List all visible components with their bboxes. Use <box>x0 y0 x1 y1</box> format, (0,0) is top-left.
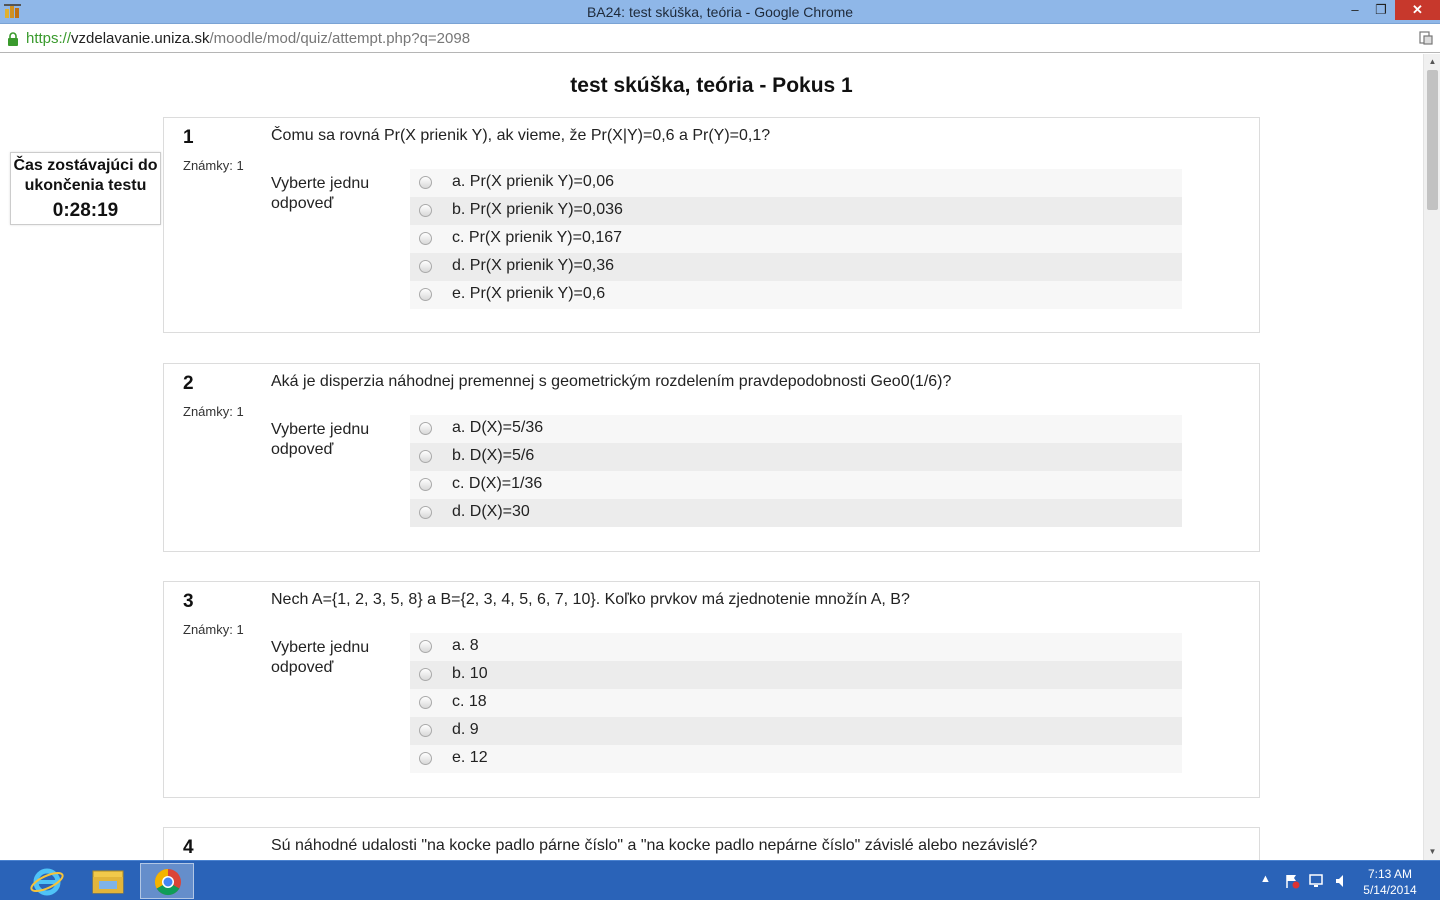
answer-label: a. D(X)=5/36 <box>452 419 544 436</box>
internet-explorer-icon[interactable] <box>20 863 74 899</box>
scroll-down-icon[interactable]: ▼ <box>1424 844 1440 860</box>
answer-label: c. D(X)=1/36 <box>452 475 543 492</box>
url-host: vzdelavanie.uniza.sk <box>71 30 210 47</box>
question-text: Čomu sa rovná Pr(X prienik Y), ak vieme,… <box>271 127 771 144</box>
answer-option[interactable]: b. Pr(X prienik Y)=0,036 <box>410 197 1182 225</box>
page-action-icon[interactable] <box>1418 30 1434 46</box>
radio-button[interactable] <box>419 288 432 301</box>
file-explorer-icon[interactable] <box>81 863 135 899</box>
question-card-3: 3 Známky: 1 Nech A={1, 2, 3, 5, 8} a B={… <box>163 581 1260 798</box>
question-card-2: 2 Známky: 1 Aká je disperzia náhodnej pr… <box>163 363 1260 552</box>
answer-prompt: Vyberte jednu odpoveď <box>271 421 370 458</box>
radio-button[interactable] <box>419 752 432 765</box>
answer-option[interactable]: a. D(X)=5/36 <box>410 415 1182 443</box>
answer-option[interactable]: d. D(X)=30 <box>410 499 1182 527</box>
question-marks: Známky: 1 <box>183 158 244 173</box>
question-text: Nech A={1, 2, 3, 5, 8} a B={2, 3, 4, 5, … <box>271 591 910 608</box>
address-bar[interactable]: https://vzdelavanie.uniza.sk/moodle/mod/… <box>0 24 1440 53</box>
question-number: 4 <box>183 837 194 858</box>
action-center-flag-icon[interactable] <box>1284 873 1300 889</box>
answer-option[interactable]: c. Pr(X prienik Y)=0,167 <box>410 225 1182 253</box>
question-number: 1 <box>183 127 194 148</box>
chrome-taskbar-button[interactable] <box>140 863 194 899</box>
quiz-timer: Čas zostávajúci do ukončenia testu 0:28:… <box>10 152 161 225</box>
window-titlebar: BA24: test skúška, teória - Google Chrom… <box>0 0 1440 24</box>
url-text[interactable]: https://vzdelavanie.uniza.sk/moodle/mod/… <box>26 30 470 47</box>
radio-button[interactable] <box>419 640 432 653</box>
url-scheme: https:// <box>26 30 72 47</box>
lock-icon <box>8 32 18 46</box>
answer-label: e. Pr(X prienik Y)=0,6 <box>452 285 606 302</box>
page-content: test skúška, teória - Pokus 1 Čas zostáv… <box>0 54 1423 860</box>
question-card-1: 1 Známky: 1 Čomu sa rovná Pr(X prienik Y… <box>163 117 1260 333</box>
close-button[interactable]: ✕ <box>1395 0 1440 20</box>
answer-list: a. Pr(X prienik Y)=0,06 b. Pr(X prienik … <box>410 169 1182 309</box>
radio-button[interactable] <box>419 232 432 245</box>
question-card-4: 4 Sú náhodné udalosti "na kocke padlo pá… <box>163 827 1260 860</box>
clock-date: 5/14/2014 <box>1363 883 1417 897</box>
answer-label: c. 18 <box>452 693 487 710</box>
minimize-button[interactable]: – <box>1342 0 1368 20</box>
radio-button[interactable] <box>419 696 432 709</box>
answer-option[interactable]: a. Pr(X prienik Y)=0,06 <box>410 169 1182 197</box>
volume-icon[interactable] <box>1334 873 1348 889</box>
answer-prompt: Vyberte jednu odpoveď <box>271 639 370 676</box>
answer-label: d. 9 <box>452 721 479 738</box>
vertical-scrollbar[interactable]: ▲ ▼ <box>1423 54 1440 860</box>
network-icon[interactable] <box>1308 873 1324 889</box>
answer-label: b. D(X)=5/6 <box>452 447 535 464</box>
timer-value: 0:28:19 <box>52 200 119 221</box>
scroll-up-icon[interactable]: ▲ <box>1424 54 1440 70</box>
answer-label: a. Pr(X prienik Y)=0,06 <box>452 173 615 190</box>
answer-option[interactable]: c. 18 <box>410 689 1182 717</box>
answer-option[interactable]: e. 12 <box>410 745 1182 773</box>
radio-button[interactable] <box>419 422 432 435</box>
scrollbar-thumb[interactable] <box>1427 70 1438 210</box>
chrome-icon <box>154 868 181 896</box>
answer-option[interactable]: d. Pr(X prienik Y)=0,36 <box>410 253 1182 281</box>
show-hidden-icons-icon[interactable]: ▲ <box>1260 873 1271 889</box>
answer-list: a. D(X)=5/36 b. D(X)=5/6 c. D(X)=1/36 d.… <box>410 415 1182 527</box>
radio-button[interactable] <box>419 260 432 273</box>
question-number: 3 <box>183 591 194 612</box>
answer-option[interactable]: e. Pr(X prienik Y)=0,6 <box>410 281 1182 309</box>
radio-button[interactable] <box>419 506 432 519</box>
answer-option[interactable]: a. 8 <box>410 633 1182 661</box>
answer-option[interactable]: b. 10 <box>410 661 1182 689</box>
question-number: 2 <box>183 373 194 394</box>
question-marks: Známky: 1 <box>183 622 244 637</box>
answer-list: a. 8 b. 10 c. 18 d. 9 e. 12 <box>410 633 1182 773</box>
question-marks: Známky: 1 <box>183 404 244 419</box>
answer-label: d. D(X)=30 <box>452 503 530 520</box>
answer-label: a. 8 <box>452 637 479 654</box>
timer-label: Čas zostávajúci do ukončenia testu <box>13 157 158 194</box>
question-text: Aká je disperzia náhodnej premennej s ge… <box>271 373 952 390</box>
answer-prompt: Vyberte jednu odpoveď <box>271 175 370 212</box>
answer-label: b. 10 <box>452 665 488 682</box>
window-title: BA24: test skúška, teória - Google Chrom… <box>586 4 854 20</box>
taskbar: ▲ 7:13 AM 5/14/2014 <box>0 860 1440 900</box>
answer-option[interactable]: b. D(X)=5/6 <box>410 443 1182 471</box>
answer-label: b. Pr(X prienik Y)=0,036 <box>452 201 623 218</box>
radio-button[interactable] <box>419 176 432 189</box>
clock-time: 7:13 AM <box>1367 867 1413 881</box>
answer-label: d. Pr(X prienik Y)=0,36 <box>452 257 615 274</box>
radio-button[interactable] <box>419 450 432 463</box>
answer-label: c. Pr(X prienik Y)=0,167 <box>452 229 623 246</box>
radio-button[interactable] <box>419 724 432 737</box>
radio-button[interactable] <box>419 668 432 681</box>
answer-label: e. 12 <box>452 749 488 766</box>
radio-button[interactable] <box>419 204 432 217</box>
maximize-button[interactable]: ❐ <box>1368 0 1394 20</box>
page-title: test skúška, teória - Pokus 1 <box>570 74 853 97</box>
taskbar-clock[interactable]: 7:13 AM 5/14/2014 <box>1350 866 1430 898</box>
url-path: /moodle/mod/quiz/attempt.php?q=2098 <box>209 30 471 47</box>
answer-option[interactable]: d. 9 <box>410 717 1182 745</box>
question-text: Sú náhodné udalosti "na kocke padlo párn… <box>271 837 1038 854</box>
radio-button[interactable] <box>419 478 432 491</box>
answer-option[interactable]: c. D(X)=1/36 <box>410 471 1182 499</box>
